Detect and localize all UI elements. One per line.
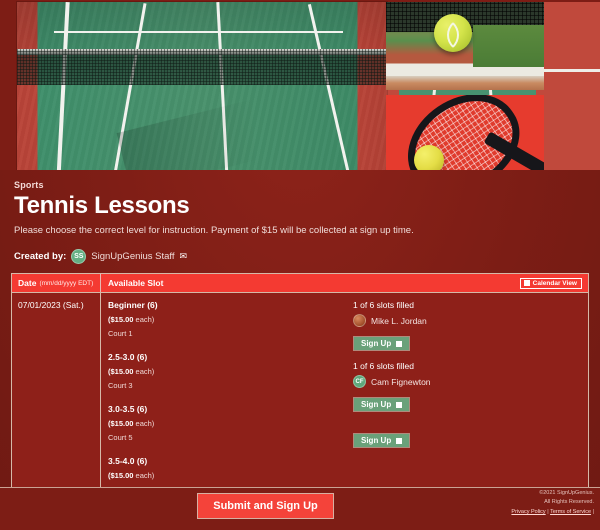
- page-description: Please choose the correct level for inst…: [14, 225, 414, 237]
- footer: Submit and Sign Up ©2021 SignUpGenius. A…: [0, 487, 600, 530]
- slots-filled-text: 1 of 6 slots filled: [353, 300, 414, 310]
- hero-banner: [0, 0, 600, 170]
- slot-price: ($15.00 each): [108, 315, 346, 324]
- column-header-slot-label: Available Slot: [108, 278, 164, 288]
- checkbox-icon: [396, 340, 403, 347]
- creator-name: SignUpGenius Staff: [91, 251, 175, 262]
- submit-label: Submit and Sign Up: [213, 500, 318, 512]
- slot-price: ($15.00 each): [108, 471, 346, 480]
- submit-and-sign-up-button[interactable]: Submit and Sign Up: [197, 493, 334, 519]
- created-by-label: Created by:: [14, 251, 67, 262]
- slot-item: 2.5-3.0 (6) ($15.00 each) Court 3: [108, 352, 346, 390]
- signee-name: Cam Fignewton: [371, 376, 431, 387]
- slot-price-amount: ($15.00: [108, 471, 134, 480]
- checkbox-icon: [396, 437, 403, 444]
- title-block: Sports Tennis Lessons Please choose the …: [0, 170, 600, 264]
- slot-price-suffix: each): [135, 471, 155, 480]
- calendar-icon: [523, 280, 530, 286]
- table-header-row: Date (mm/dd/yyyy EDT) Available Slot Cal…: [12, 274, 588, 293]
- hero-thumb-ball-image: [386, 2, 544, 90]
- page-title: Tennis Lessons: [14, 192, 190, 219]
- footer-text: ©2021 SignUpGenius. All Rights Reserved.…: [511, 489, 594, 517]
- slot-price: ($15.00 each): [108, 419, 346, 428]
- slot-title: 3.0-3.5 (6): [108, 404, 148, 414]
- sign-up-button[interactable]: Sign Up: [353, 397, 411, 412]
- slot-price-suffix: each): [135, 367, 155, 376]
- signup-group: 1 of 6 slots filled Mike L. Jordan Sign …: [353, 300, 588, 351]
- slot-price-amount: ($15.00: [108, 367, 134, 376]
- column-header-available-slot: Available Slot Calendar View: [101, 277, 588, 289]
- sign-up-button[interactable]: Sign Up: [353, 336, 411, 351]
- category-label: Sports: [14, 180, 44, 190]
- slot-price: ($15.00 each): [108, 367, 346, 376]
- slot-price-amount: ($15.00: [108, 315, 134, 324]
- slot-item: Beginner (6) ($15.00 each) Court 1: [108, 300, 346, 338]
- signee-avatar: CF: [353, 375, 366, 388]
- sign-up-label: Sign Up: [361, 436, 392, 445]
- slot-title: Beginner (6): [108, 300, 158, 310]
- terms-of-service-link[interactable]: Terms of Service: [550, 509, 591, 515]
- slot-court: Court 3: [108, 381, 133, 390]
- hero-main-image: [17, 2, 387, 170]
- hero-thumb-racket-image: [386, 95, 544, 170]
- footer-links: Privacy Policy | Terms of Service |: [511, 508, 594, 517]
- slots-filled-text: 1 of 6 slots filled: [353, 361, 414, 371]
- signup-group: Sign Up: [353, 422, 588, 448]
- signee-row: Mike L. Jordan: [353, 314, 588, 327]
- privacy-policy-link[interactable]: Privacy Policy: [511, 509, 545, 515]
- slot-title: 3.5-4.0 (6): [108, 456, 148, 466]
- signee-name: Mike L. Jordan: [371, 315, 427, 326]
- sign-up-label: Sign Up: [361, 400, 392, 409]
- sign-up-button[interactable]: Sign Up: [353, 433, 411, 448]
- slot-item: 3.0-3.5 (6) ($15.00 each) Court 5: [108, 404, 346, 442]
- slot-price-suffix: each): [135, 419, 155, 428]
- slot-price-amount: ($15.00: [108, 419, 134, 428]
- column-header-date-label: Date: [18, 278, 37, 288]
- signup-group: 1 of 6 slots filled CF Cam Fignewton Sig…: [353, 361, 588, 412]
- sign-up-label: Sign Up: [361, 339, 392, 348]
- signee-avatar: [353, 314, 366, 327]
- calendar-view-button[interactable]: Calendar View: [519, 277, 582, 289]
- envelope-icon[interactable]: ✉: [180, 251, 188, 262]
- slot-title: 2.5-3.0 (6): [108, 352, 148, 362]
- column-header-date-format: (mm/dd/yyyy EDT): [39, 279, 94, 287]
- date-value: 07/01/2023 (Sat.): [18, 300, 84, 310]
- rights-text: All Rights Reserved.: [544, 499, 594, 506]
- slot-price-suffix: each): [135, 315, 155, 324]
- footer-separator: |: [547, 508, 549, 515]
- signup-page: Sports Tennis Lessons Please choose the …: [0, 0, 600, 530]
- slot-court: Court 1: [108, 329, 133, 338]
- slot-court: Court 5: [108, 433, 133, 442]
- creator-row: Created by: SS SignUpGenius Staff ✉: [14, 249, 586, 264]
- calendar-view-label: Calendar View: [532, 279, 577, 287]
- signee-row: CF Cam Fignewton: [353, 375, 588, 388]
- copyright-text: ©2021 SignUpGenius.: [539, 490, 594, 496]
- checkbox-icon: [396, 401, 403, 408]
- footer-separator: |: [592, 508, 594, 515]
- column-header-date: Date (mm/dd/yyyy EDT): [12, 274, 101, 292]
- creator-avatar: SS: [71, 249, 87, 264]
